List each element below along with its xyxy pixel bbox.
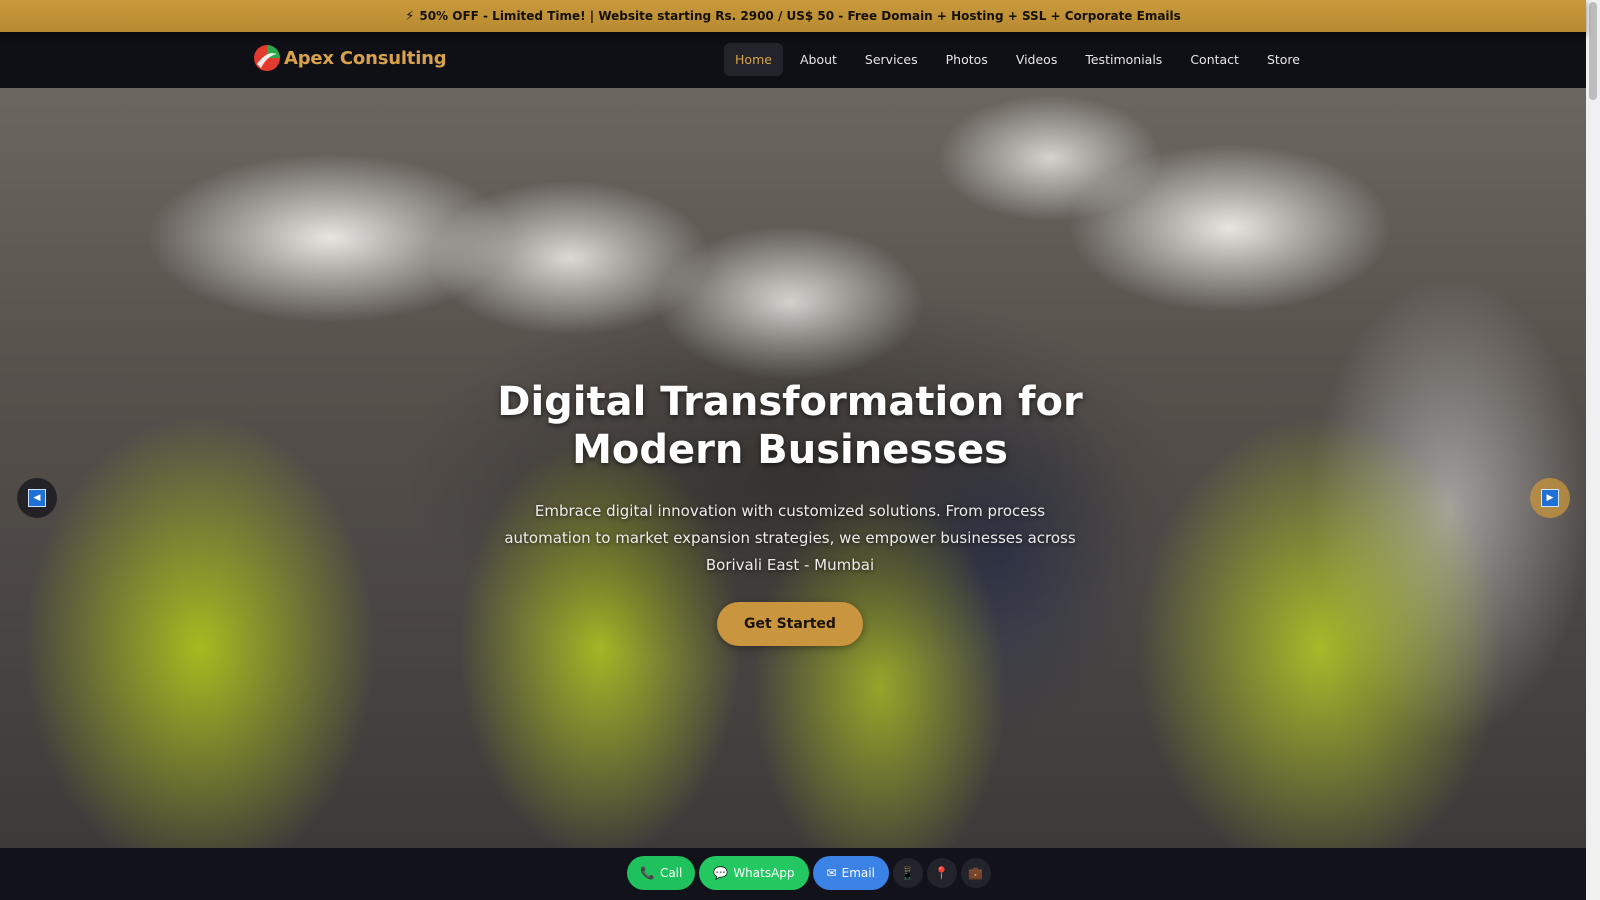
arrow-left-icon: ◀ <box>28 489 46 507</box>
slider-prev-button[interactable]: ◀ <box>17 478 57 518</box>
portfolio-button[interactable]: 💼 <box>960 858 991 888</box>
hero-slider: Digital Transformation for Modern Busine… <box>0 88 1586 848</box>
promo-banner: ⚡ 50% OFF - Limited Time! | Website star… <box>0 0 1586 32</box>
contact-action-bar: 📞 Call 💬 WhatsApp ✉ Email 📱 📍 💼 <box>0 848 1586 900</box>
envelope-icon: ✉ <box>826 866 837 880</box>
briefcase-icon: 💼 <box>968 866 984 880</box>
call-button[interactable]: 📞 Call <box>627 856 696 890</box>
scrollbar-thumb[interactable] <box>1589 2 1597 100</box>
nav-contact[interactable]: Contact <box>1179 43 1250 76</box>
contact-buttons: 📞 Call 💬 WhatsApp ✉ Email 📱 📍 💼 <box>627 856 991 890</box>
nav-photos[interactable]: Photos <box>935 43 999 76</box>
hero-title-line2: Modern Businesses <box>572 427 1008 473</box>
brand-name: Apex Consulting <box>284 47 447 69</box>
page-scrollbar[interactable] <box>1586 0 1600 900</box>
get-started-button[interactable]: Get Started <box>717 602 863 646</box>
promo-text: 50% OFF - Limited Time! | Website starti… <box>419 9 1181 23</box>
bolt-icon: ⚡ <box>405 8 415 24</box>
nav-about[interactable]: About <box>789 43 848 76</box>
chat-icon: 💬 <box>713 866 729 880</box>
brand-logo-icon <box>254 45 280 71</box>
location-button[interactable]: 📍 <box>926 858 957 888</box>
brand-link[interactable]: Apex Consulting <box>253 44 447 72</box>
hero-content: Digital Transformation for Modern Busine… <box>490 378 1090 646</box>
phone-device-button[interactable]: 📱 <box>892 858 923 888</box>
whatsapp-label: WhatsApp <box>733 866 795 880</box>
email-label: Email <box>841 866 875 880</box>
phone-icon: 📞 <box>640 866 655 880</box>
email-button[interactable]: ✉ Email <box>812 856 889 890</box>
slider-next-button[interactable]: ▶ <box>1530 478 1570 518</box>
location-pin-icon: 📍 <box>934 866 950 880</box>
nav-services[interactable]: Services <box>854 43 929 76</box>
call-label: Call <box>659 866 683 880</box>
arrow-right-icon: ▶ <box>1541 489 1559 507</box>
nav-testimonials[interactable]: Testimonials <box>1074 43 1173 76</box>
hero-title: Digital Transformation for Modern Busine… <box>490 378 1090 474</box>
nav-store[interactable]: Store <box>1256 43 1311 76</box>
nav-home[interactable]: Home <box>724 43 783 76</box>
whatsapp-button[interactable]: 💬 WhatsApp <box>699 856 809 890</box>
nav-menu: Home About Services Photos Videos Testim… <box>724 43 1311 76</box>
hero-subtitle: Embrace digital innovation with customiz… <box>504 502 1076 574</box>
main-navbar: Apex Consulting Home About Services Phot… <box>0 32 1586 88</box>
nav-videos[interactable]: Videos <box>1005 43 1069 76</box>
hero-title-line1: Digital Transformation for <box>497 379 1083 425</box>
phone-device-icon: 📱 <box>900 866 916 880</box>
